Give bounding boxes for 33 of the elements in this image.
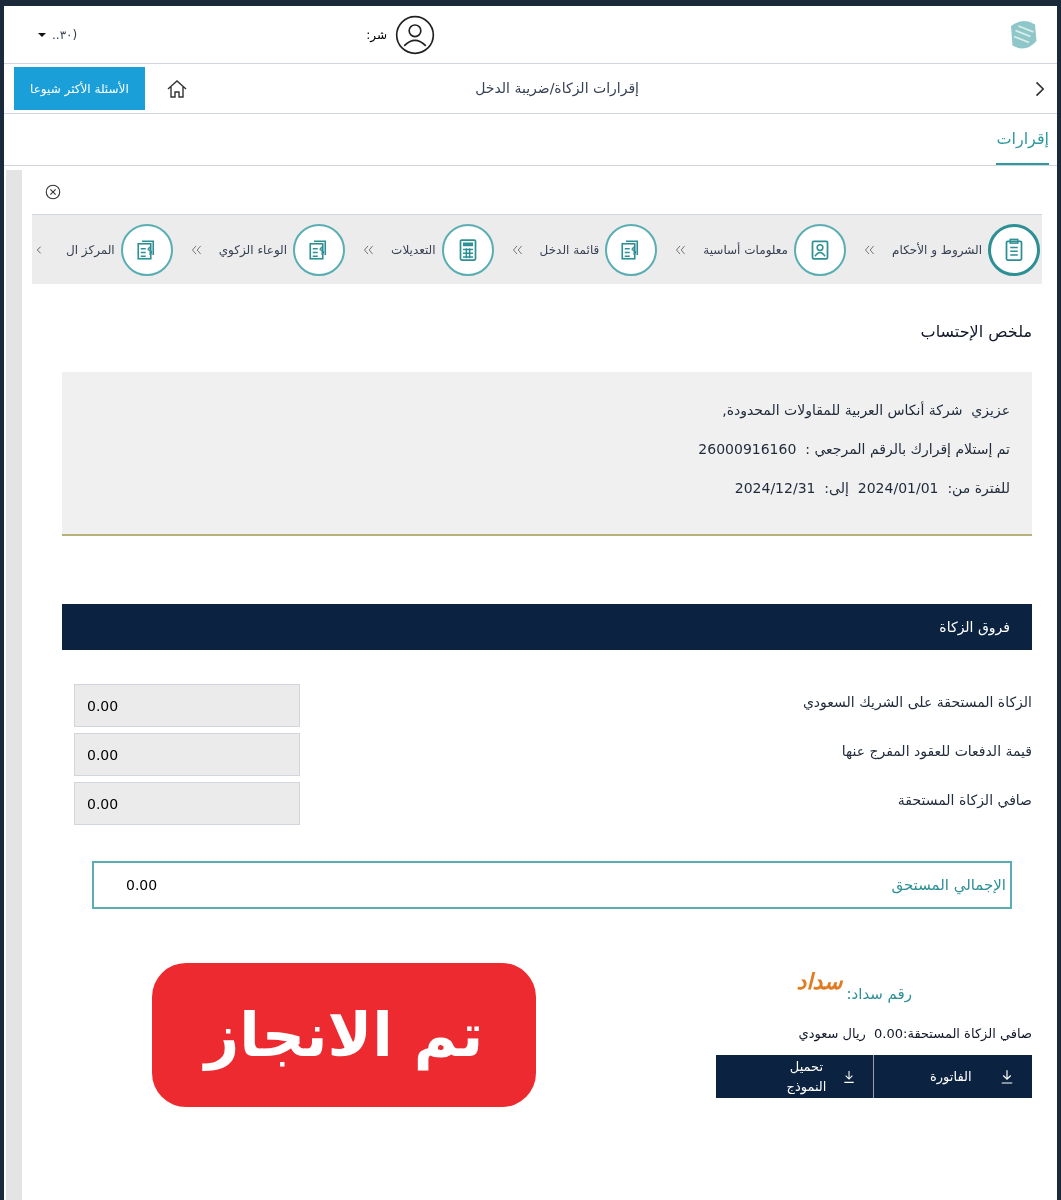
summary-line: للفترة من: 2024/01/01 إلى: 2024/12/31 xyxy=(733,479,1010,499)
summary-line: تم إستلام إقرارك بالرقم المرجعي : 26000916160 xyxy=(697,440,1010,460)
user-avatar-icon[interactable] xyxy=(395,14,435,55)
amount-field[interactable]: 0.00 xyxy=(74,684,300,727)
field-label: الزكاة المستحقة على الشريك السعودي xyxy=(802,693,1032,713)
user-name: شر: xyxy=(366,26,387,44)
sadad-number-label: رقم سداد: xyxy=(846,984,912,1005)
sadad-logo: سداد xyxy=(796,968,843,996)
step-item[interactable]: الشروط و الأحكام xyxy=(892,223,1040,276)
net-zakat-line: صافي الزكاة المستحقة:0.00 ريال سعودي xyxy=(798,1024,1032,1043)
double-chevron-icon xyxy=(673,242,688,257)
close-icon[interactable] xyxy=(44,183,62,201)
double-chevron-icon xyxy=(361,242,376,257)
download-form-button[interactable]: تحميل النموذج xyxy=(716,1055,874,1098)
step-item[interactable]: المركز ال xyxy=(65,223,173,276)
completed-stamp: تم الانجاز xyxy=(152,963,536,1107)
amount-field[interactable]: 0.00 xyxy=(74,782,300,825)
step-item[interactable]: التعديلات xyxy=(391,223,494,276)
zakat-section-header: فروق الزكاة xyxy=(62,604,1032,650)
page-title: إقرارات الزكاة/ضريبة الدخل xyxy=(475,79,639,99)
step-item[interactable]: قائمة الدخل xyxy=(539,223,658,276)
field-label: صافي الزكاة المستحقة xyxy=(897,791,1032,811)
amount-field[interactable]: 0.00 xyxy=(74,733,300,776)
field-label: قيمة الدفعات للعقود المفرج عنها xyxy=(841,742,1032,762)
step-item[interactable]: معلومات أساسية xyxy=(703,223,847,276)
total-label: الإجمالي المستحق xyxy=(891,874,1006,897)
summary-line: عزيزي شركة أنكاس العربية للمقاولات المحدودة, xyxy=(721,400,1010,421)
account-dropdown[interactable]: (٣٠.. xyxy=(36,25,78,44)
summary-title: ملخص الإحتساب xyxy=(919,321,1032,344)
double-chevron-icon xyxy=(862,242,877,257)
invoice-button[interactable]: الفاتورة xyxy=(874,1055,1032,1098)
total-value: 0.00 xyxy=(126,875,158,895)
step-item[interactable]: الوعاء الزكوي xyxy=(218,223,346,276)
